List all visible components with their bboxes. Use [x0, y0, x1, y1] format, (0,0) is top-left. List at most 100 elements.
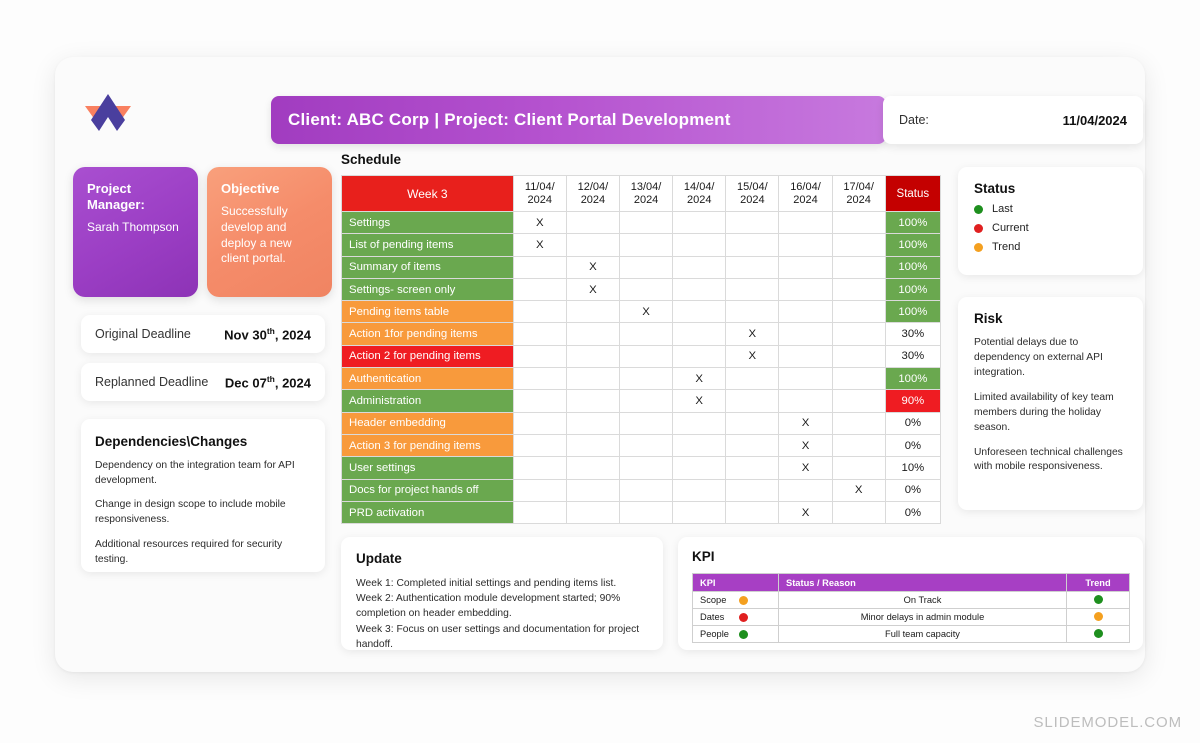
date-label: Date:	[899, 113, 929, 127]
schedule-cell	[618, 367, 674, 391]
schedule-date-header: 16/04/2024	[778, 175, 833, 212]
schedule-row: PRD activation X 0%	[341, 500, 942, 525]
schedule-cell	[725, 233, 780, 257]
schedule-cell	[512, 500, 567, 525]
slide-root: Client: ABC Corp | Project: Client Porta…	[0, 0, 1200, 743]
schedule-date-header: 11/04/2024	[512, 175, 567, 212]
risk-title: Risk	[974, 311, 1003, 326]
schedule-status-cell: 100%	[884, 277, 942, 302]
date-box: Date: 11/04/2024	[883, 96, 1143, 144]
schedule-cell	[831, 300, 886, 324]
schedule-row: Administration X 90%	[341, 389, 942, 413]
schedule-task-name: PRD activation	[341, 500, 514, 525]
kpi-name-cell: Dates	[692, 608, 779, 626]
schedule-task-name: Action 3 for pending items	[341, 433, 514, 458]
risk-item: Unforeseen technical challenges with mob…	[974, 446, 1123, 473]
project-manager-heading: Project Manager:	[87, 181, 145, 212]
update-lines: Week 1: Completed initial settings and p…	[356, 576, 648, 652]
kpi-row: Scope On Track	[692, 591, 1130, 609]
project-manager-name: Sarah Thompson	[87, 219, 179, 234]
schedule-cell	[831, 255, 886, 279]
kpi-column-header: Status / Reason	[778, 573, 1067, 592]
schedule-cell	[512, 389, 567, 413]
kpi-reason-cell: Minor delays in admin module	[778, 608, 1067, 626]
dependency-item: Additional resources required for securi…	[95, 538, 283, 565]
objective-heading: Objective	[221, 181, 280, 196]
schedule-cell	[618, 411, 674, 435]
kpi-column-header: KPI	[692, 573, 779, 592]
schedule-cell: X	[672, 389, 727, 413]
schedule-status-cell: 0%	[884, 478, 942, 502]
schedule-cell	[512, 322, 567, 346]
kpi-trend-cell	[1066, 625, 1130, 643]
schedule-date-header: 17/04/2024	[831, 175, 886, 212]
schedule-cell	[565, 233, 621, 257]
risk-items: Potential delays due to dependency on ex…	[974, 336, 1127, 475]
schedule-cell	[618, 255, 674, 279]
schedule-cell: X	[778, 456, 833, 480]
schedule-cell	[565, 367, 621, 391]
schedule-cell	[725, 255, 780, 279]
schedule-cell	[565, 478, 621, 502]
schedule-cell: X	[512, 210, 567, 235]
kpi-name-cell: Scope	[692, 591, 779, 609]
schedule-cell	[725, 210, 780, 235]
schedule-task-name: Administration	[341, 389, 514, 413]
schedule-row: Settings X 100%	[341, 210, 942, 235]
replanned-deadline-label: Replanned Deadline	[95, 375, 209, 389]
schedule-cell	[778, 255, 833, 279]
slide-card: Client: ABC Corp | Project: Client Porta…	[55, 57, 1145, 672]
schedule-cell	[725, 433, 780, 458]
schedule-row: Pending items table X 100%	[341, 300, 942, 324]
schedule-row: User settings X 10%	[341, 456, 942, 480]
schedule-cell	[565, 433, 621, 458]
schedule-cell: X	[565, 277, 621, 302]
schedule-cell	[725, 300, 780, 324]
update-title: Update	[356, 551, 402, 566]
kpi-table: KPI Status / Reason Trend Scope On Track Dat…	[692, 573, 1130, 643]
schedule-status-cell: 100%	[884, 300, 942, 324]
kpi-trend-cell	[1066, 608, 1130, 626]
status-dot-icon	[974, 204, 983, 214]
schedule-task-name: Authentication	[341, 367, 514, 391]
schedule-cell	[725, 500, 780, 525]
objective-text: Successfully develop and deploy a new cl…	[221, 203, 292, 266]
schedule-cell	[831, 456, 886, 480]
schedule-cell	[725, 478, 780, 502]
schedule-cell	[565, 389, 621, 413]
schedule-task-name: User settings	[341, 456, 514, 480]
schedule-cell	[778, 210, 833, 235]
schedule-date-header: 12/04/2024	[565, 175, 621, 212]
project-title-banner: Client: ABC Corp | Project: Client Porta…	[271, 96, 886, 144]
schedule-cell	[512, 300, 567, 324]
schedule-cell	[831, 233, 886, 257]
dependencies-title: Dependencies\Changes	[95, 434, 248, 449]
kpi-trend-cell	[1066, 591, 1130, 609]
schedule-cell	[672, 500, 727, 525]
schedule-date-header: 14/04/2024	[672, 175, 727, 212]
schedule-row: Authentication X 100%	[341, 367, 942, 391]
kpi-reason-cell: Full team capacity	[778, 625, 1067, 643]
risk-panel: Risk Potential delays due to dependency …	[958, 297, 1143, 510]
status-legend-item: Current	[974, 222, 1127, 234]
update-line: Week 1: Completed initial settings and p…	[356, 578, 617, 589]
schedule-cell	[618, 344, 674, 369]
risk-item: Limited availability of key team members…	[974, 391, 1114, 433]
schedule-cell: X	[565, 255, 621, 279]
schedule-status-cell: 100%	[884, 233, 942, 257]
schedule-cell	[778, 478, 833, 502]
kpi-column-header: Trend	[1066, 573, 1130, 592]
schedule-cell	[565, 344, 621, 369]
original-deadline-label: Original Deadline	[95, 327, 191, 341]
schedule-date-header: 13/04/2024	[618, 175, 674, 212]
kpi-name-label: Scope	[700, 595, 727, 605]
slidemodel-logo-icon	[77, 90, 139, 138]
schedule-cell	[778, 233, 833, 257]
kpi-row: Dates Minor delays in admin module	[692, 608, 1130, 626]
schedule-cell	[672, 277, 727, 302]
schedule-status-cell: 0%	[884, 500, 942, 525]
schedule-cell	[672, 233, 727, 257]
schedule-cell	[725, 411, 780, 435]
kpi-panel: KPI KPI Status / Reason Trend Scope On Trac…	[678, 537, 1143, 650]
status-dot-icon	[974, 223, 983, 233]
